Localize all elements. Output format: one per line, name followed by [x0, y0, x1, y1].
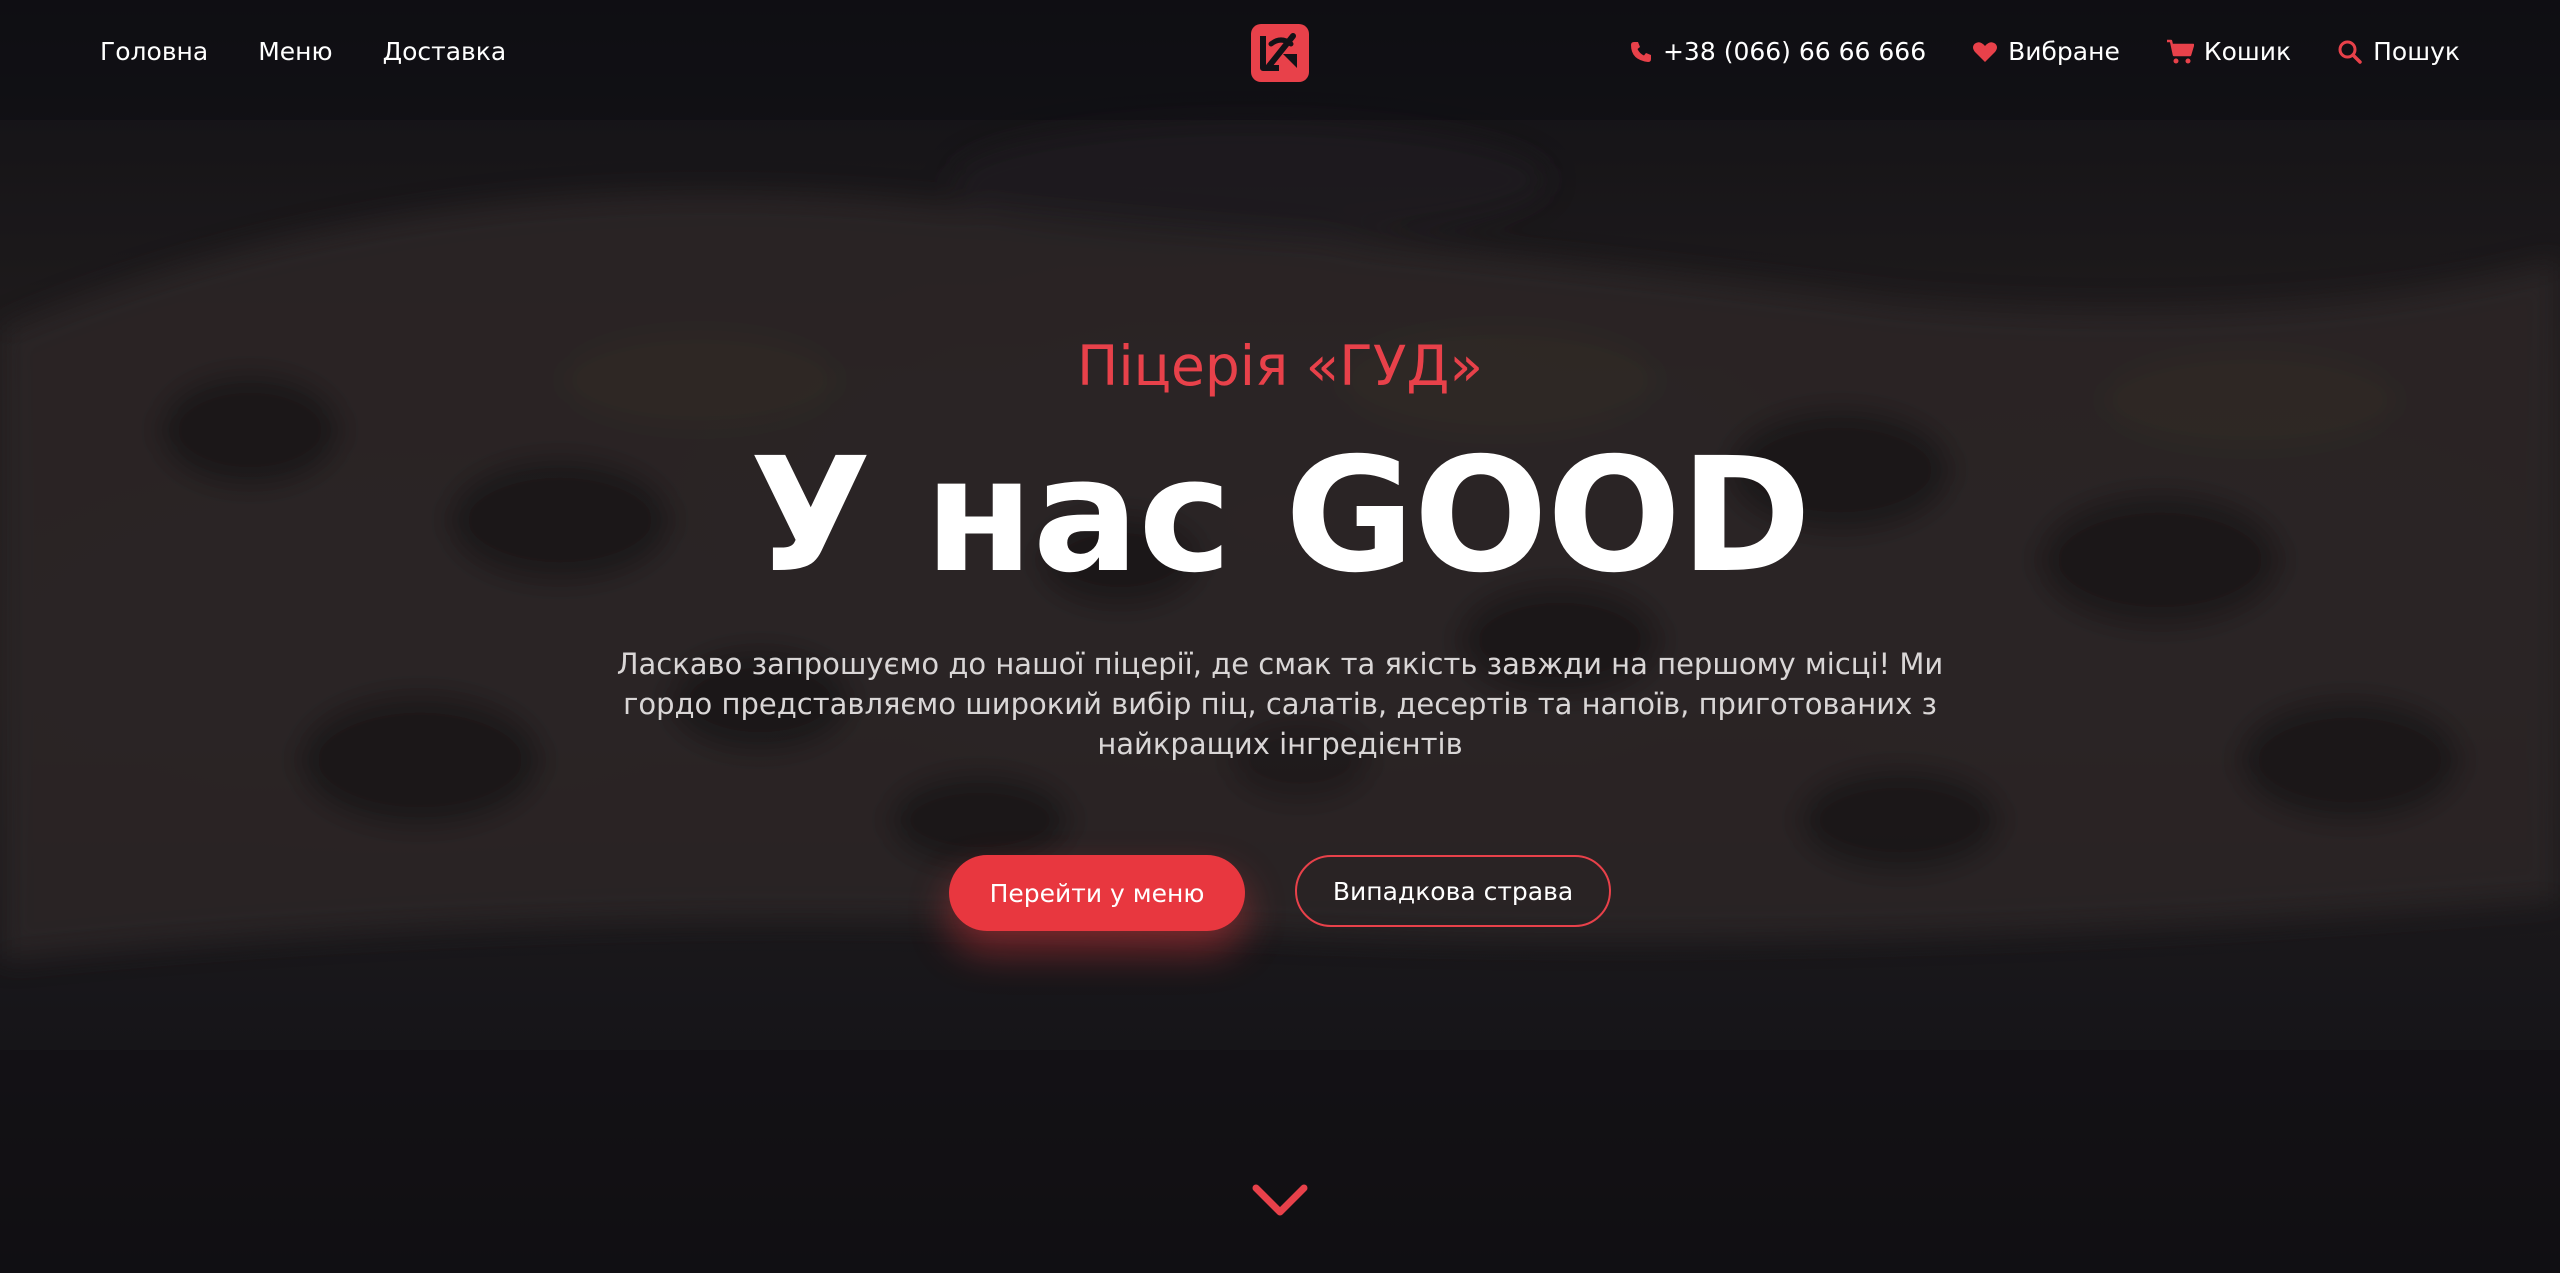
go-to-menu-button[interactable]: Перейти у меню: [949, 855, 1245, 931]
cart-label: Кошик: [2203, 37, 2292, 66]
search-link[interactable]: Пошук: [2337, 34, 2460, 70]
hero-description: Ласкаво запрошуємо до нашої піцерії, де …: [616, 647, 1944, 761]
pizza-logo-icon[interactable]: [1249, 22, 1311, 84]
hero-subtitle: Піцерія «ГУД»: [1076, 334, 1483, 398]
random-dish-button[interactable]: Випадкова страва: [1295, 855, 1611, 927]
main-nav: Головна Меню Доставка: [100, 34, 506, 70]
cart-icon: [2166, 39, 2194, 64]
top-navigation: Головна Меню Доставка +38 (066) 66 66 66…: [0, 0, 2560, 106]
hero-buttons: Перейти у меню Випадкова страва: [0, 855, 2560, 931]
utility-nav: +38 (066) 66 66 666 Вибране Кошик Пошук: [1629, 34, 2460, 70]
nav-link-delivery[interactable]: Доставка: [383, 34, 507, 70]
phone-icon: [1630, 42, 1651, 62]
phone-number: +38 (066) 66 66 666: [1662, 37, 1927, 66]
chevron-down-icon[interactable]: [1252, 1180, 1308, 1220]
nav-link-home[interactable]: Головна: [100, 34, 208, 70]
heart-icon: [1973, 42, 1998, 62]
cart-link[interactable]: Кошик: [2166, 34, 2291, 70]
nav-link-menu[interactable]: Меню: [258, 34, 332, 70]
favorites-link[interactable]: Вибране: [1972, 34, 2120, 70]
hero-content: Піцерія «ГУД» У нас GOOD Ласкаво запрошу…: [0, 330, 2560, 764]
hero-section: Головна Меню Доставка +38 (066) 66 66 66…: [0, 0, 2560, 1273]
hero-headline: У нас GOOD: [749, 424, 1812, 608]
search-label: Пошук: [2373, 37, 2460, 66]
favorites-label: Вибране: [2008, 37, 2120, 66]
search-icon: [2338, 40, 2362, 64]
phone-link[interactable]: +38 (066) 66 66 666: [1629, 34, 1926, 70]
